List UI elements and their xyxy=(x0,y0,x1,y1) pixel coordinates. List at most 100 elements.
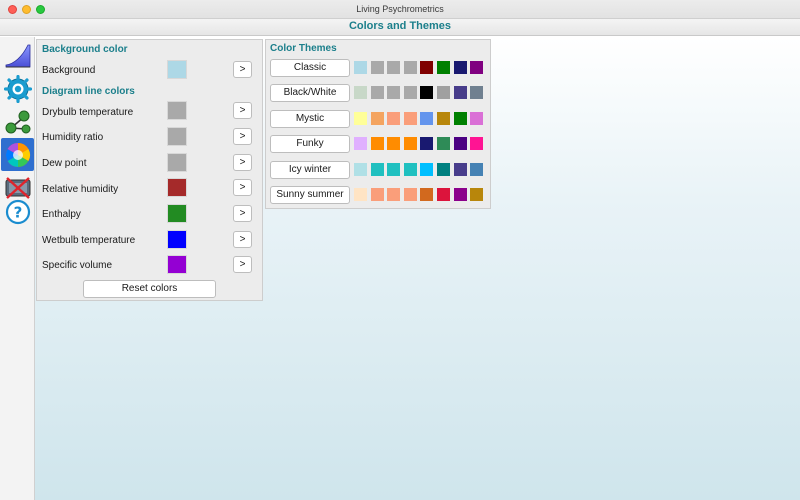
svg-text:?: ? xyxy=(13,203,22,221)
drybulb-edit-button[interactable]: > xyxy=(233,102,252,119)
sidebar-item-help[interactable]: ? xyxy=(1,195,34,228)
theme-color-swatch xyxy=(420,137,434,150)
theme-color-swatch xyxy=(437,86,450,99)
theme-color-swatch xyxy=(420,86,434,99)
theme-color-swatch xyxy=(453,86,467,99)
theme-color-swatch xyxy=(470,61,484,74)
theme-color-swatch xyxy=(370,163,384,176)
sidebar-item-colors[interactable] xyxy=(1,138,34,171)
enthalpy-edit-button[interactable]: > xyxy=(233,205,252,222)
humidity-ratio-swatch xyxy=(167,127,187,146)
theme-color-swatch xyxy=(403,188,417,201)
theme-color-swatch xyxy=(370,61,384,74)
theme-color-swatch xyxy=(354,112,367,125)
theme-color-swatch xyxy=(403,112,417,125)
background-section-title: Background color xyxy=(42,44,128,55)
sidebar-item-process[interactable] xyxy=(1,105,34,138)
enthalpy-label: Enthalpy xyxy=(42,209,81,220)
color-wheel-icon xyxy=(5,142,30,167)
specific-volume-label: Specific volume xyxy=(42,260,113,271)
page-title: Colors and Themes xyxy=(348,20,452,32)
relative-humidity-edit-button[interactable]: > xyxy=(233,179,252,196)
header-bar: Colors and Themes xyxy=(0,19,800,36)
theme-color-swatch xyxy=(470,188,484,201)
specific-volume-swatch xyxy=(167,255,187,274)
theme-color-swatch xyxy=(403,137,417,150)
theme-color-swatch xyxy=(453,112,467,125)
theme-color-swatch xyxy=(437,112,450,125)
colors-panel: Background color Background > Diagram li… xyxy=(36,39,263,301)
theme-color-swatch xyxy=(387,137,401,150)
theme-color-swatch xyxy=(354,188,367,201)
chart-icon xyxy=(5,44,30,67)
sidebar: ? xyxy=(0,37,35,500)
drybulb-label: Drybulb temperature xyxy=(42,107,134,118)
color-themes-panel: Color Themes Classic Black/White Mystic Fun… xyxy=(265,39,491,209)
theme-color-swatch xyxy=(387,188,401,201)
dew-point-swatch xyxy=(167,153,187,172)
theme-color-swatch xyxy=(470,112,484,125)
help-icon: ? xyxy=(5,199,30,224)
theme-color-swatch xyxy=(470,86,484,99)
wetbulb-label: Wetbulb temperature xyxy=(42,235,136,246)
theme-button[interactable]: Mystic xyxy=(270,110,350,128)
humidity-ratio-label: Humidity ratio xyxy=(42,132,104,143)
sidebar-item-settings[interactable] xyxy=(1,72,34,105)
theme-color-swatch xyxy=(453,188,467,201)
theme-color-swatch xyxy=(354,61,367,74)
theme-color-swatch xyxy=(387,61,401,74)
theme-button[interactable]: Black/White xyxy=(270,84,350,102)
theme-color-swatch xyxy=(420,61,434,74)
theme-color-swatch xyxy=(420,188,434,201)
background-swatch xyxy=(167,60,187,79)
theme-color-swatch xyxy=(453,61,467,74)
theme-color-swatch xyxy=(420,112,434,125)
theme-button[interactable]: Sunny summer xyxy=(270,186,350,204)
theme-button[interactable]: Icy winter xyxy=(270,161,350,179)
theme-color-swatch xyxy=(354,163,367,176)
theme-color-swatch xyxy=(403,163,417,176)
theme-color-swatch xyxy=(437,137,450,150)
theme-color-swatch xyxy=(470,137,484,150)
theme-color-swatch xyxy=(370,137,384,150)
relative-humidity-label: Relative humidity xyxy=(42,184,119,195)
color-themes-title: Color Themes xyxy=(270,43,337,54)
theme-color-swatch xyxy=(420,163,434,176)
theme-color-swatch xyxy=(370,188,384,201)
title-bar: Living Psychrometrics xyxy=(0,0,800,19)
theme-color-swatch xyxy=(453,137,467,150)
relative-humidity-swatch xyxy=(167,178,187,197)
theme-color-swatch xyxy=(437,163,450,176)
theme-color-swatch xyxy=(354,86,367,99)
theme-color-swatch xyxy=(370,112,384,125)
theme-color-swatch xyxy=(354,137,367,150)
app-window: Living Psychrometrics Colors and Themes xyxy=(0,0,800,500)
specific-volume-edit-button[interactable]: > xyxy=(233,256,252,273)
theme-color-swatch xyxy=(453,163,467,176)
background-label: Background xyxy=(42,65,96,76)
theme-color-swatch xyxy=(437,61,450,74)
theme-color-swatch xyxy=(370,86,384,99)
theme-color-swatch xyxy=(387,163,401,176)
enthalpy-swatch xyxy=(167,204,187,223)
process-flow-icon xyxy=(5,110,30,133)
dew-point-edit-button[interactable]: > xyxy=(233,154,252,171)
dew-point-label: Dew point xyxy=(42,158,87,169)
sidebar-item-chart[interactable] xyxy=(1,39,34,72)
theme-button[interactable]: Classic xyxy=(270,59,350,77)
theme-color-swatch xyxy=(403,61,417,74)
humidity-ratio-edit-button[interactable]: > xyxy=(233,128,252,145)
window-title: Living Psychrometrics xyxy=(356,4,444,14)
reset-colors-button[interactable]: Reset colors xyxy=(83,280,216,298)
theme-color-swatch xyxy=(403,86,417,99)
background-edit-button[interactable]: > xyxy=(233,61,252,78)
wetbulb-swatch xyxy=(167,230,187,249)
diagram-section-title: Diagram line colors xyxy=(42,86,135,97)
theme-button[interactable]: Funky xyxy=(270,135,350,153)
theme-color-swatch xyxy=(470,163,484,176)
settings-gear-icon xyxy=(3,74,32,103)
theme-color-swatch xyxy=(387,112,401,125)
theme-color-swatch xyxy=(437,188,450,201)
theme-color-swatch xyxy=(387,86,401,99)
wetbulb-edit-button[interactable]: > xyxy=(233,231,252,248)
